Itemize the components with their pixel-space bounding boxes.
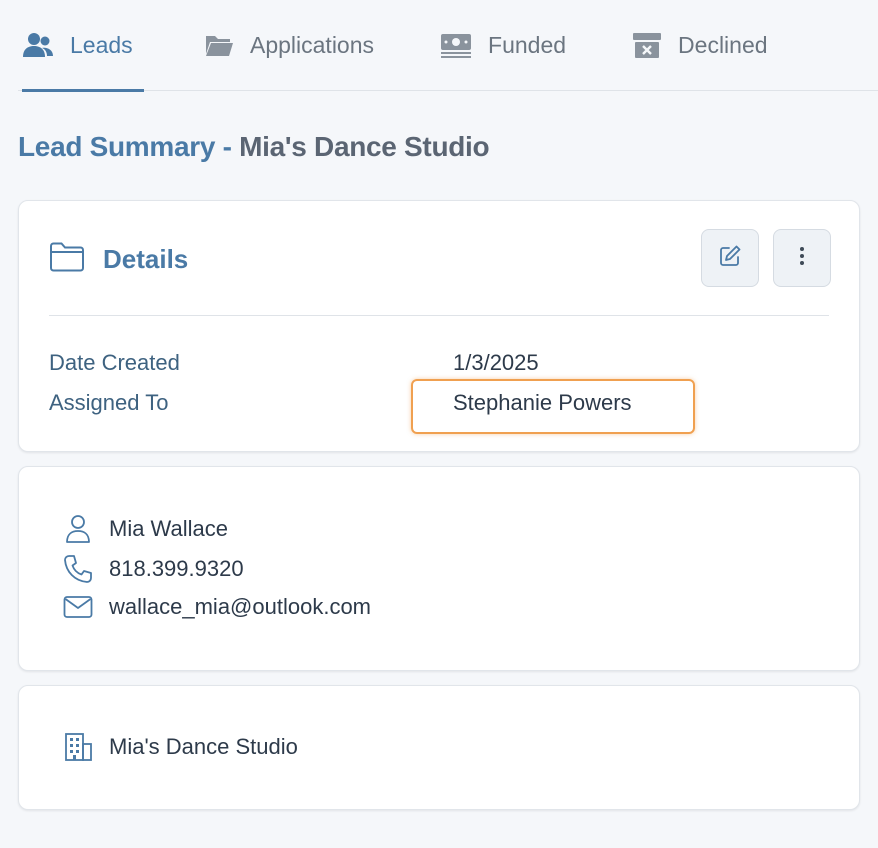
contact-name: Mia Wallace <box>109 516 228 541</box>
tab-applications[interactable]: Applications <box>204 0 374 91</box>
building-icon <box>63 732 93 762</box>
contact-phone[interactable]: 818.399.9320 <box>109 556 244 582</box>
business-name-row: Mia's Dance Studio <box>63 732 298 762</box>
phone-icon <box>63 554 93 584</box>
envelope-icon <box>63 595 93 619</box>
contact-name-row: Mia Wallace <box>63 514 228 544</box>
more-options-button[interactable] <box>773 229 831 287</box>
contact-email[interactable]: wallace_mia@outlook.com <box>109 594 371 620</box>
tab-declined-label: Declined <box>678 31 768 58</box>
page-title-separator: - <box>215 131 240 162</box>
business-card: Mia's Dance Studio <box>18 685 860 810</box>
edit-icon <box>718 244 742 273</box>
tab-applications-label: Applications <box>250 31 375 58</box>
details-card: Details Date Created 1/3/2025 Assigned T… <box>18 200 860 452</box>
tab-leads[interactable]: Leads <box>22 0 144 92</box>
user-icon <box>63 514 93 544</box>
tab-bar: Leads Applications Funded Declined <box>18 0 878 92</box>
contact-phone-row: 818.399.9320 <box>63 554 244 584</box>
date-created-label: Date Created <box>49 350 180 375</box>
users-icon <box>22 31 54 59</box>
edit-button[interactable] <box>701 229 759 287</box>
date-created-value: 1/3/2025 <box>453 350 539 375</box>
folder-icon <box>204 32 234 58</box>
business-name: Mia's Dance Studio <box>109 734 298 759</box>
assigned-to-label: Assigned To <box>49 390 169 415</box>
tab-declined[interactable]: Declined <box>632 0 768 91</box>
contact-card: Mia Wallace 818.399.9320 wallace_mia@out… <box>18 466 860 671</box>
details-divider <box>49 315 829 316</box>
archive-x-icon <box>632 31 662 59</box>
assigned-to-highlight <box>411 379 695 434</box>
details-heading: Details <box>103 244 189 274</box>
money-icon <box>440 31 472 59</box>
more-vertical-icon <box>799 246 805 271</box>
page-title: Lead Summary - Mia's Dance Studio <box>18 131 490 163</box>
folder-outline-icon <box>49 241 85 278</box>
tab-funded-label: Funded <box>488 31 567 58</box>
page-title-name: Mia's Dance Studio <box>239 131 490 162</box>
contact-email-row: wallace_mia@outlook.com <box>63 594 371 620</box>
details-header: Details <box>49 241 188 278</box>
tab-leads-label: Leads <box>70 31 133 58</box>
tab-funded[interactable]: Funded <box>440 0 566 91</box>
page-title-prefix: Lead Summary <box>18 131 216 162</box>
